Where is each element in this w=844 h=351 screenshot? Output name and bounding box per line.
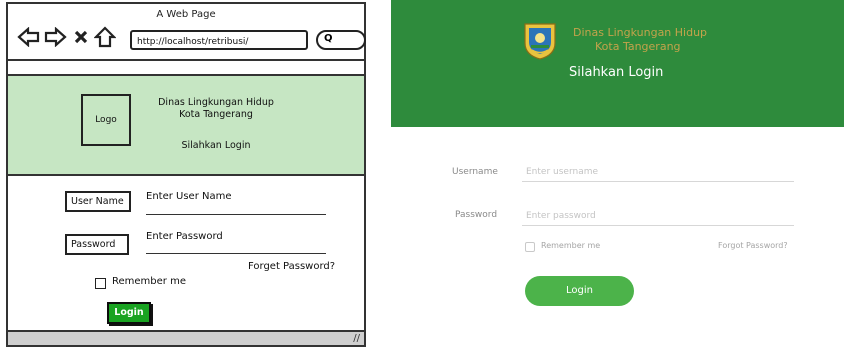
password-input[interactable] [522, 206, 794, 226]
remember-checkbox[interactable] [525, 242, 535, 252]
toolbar-divider [8, 59, 364, 61]
back-arrow-icon[interactable] [16, 24, 42, 50]
username-underline [146, 214, 326, 215]
password-input[interactable]: Enter Password [146, 231, 223, 242]
password-label: Password [65, 234, 129, 255]
resize-grip-icon[interactable]: // [353, 333, 360, 344]
org-name-line1: Dinas Lingkungan Hidup [158, 97, 274, 108]
window-title: A Web Page [156, 9, 216, 20]
close-x-icon[interactable] [68, 24, 94, 50]
org-name-line2: Kota Tangerang [179, 109, 253, 120]
username-input[interactable] [522, 162, 794, 182]
org-name-line1: Dinas Lingkungan Hidup [573, 26, 708, 39]
username-label: Username [452, 167, 498, 177]
address-bar[interactable]: http://localhost/retribusi/ [130, 30, 308, 50]
wireframe-browser-window: A Web Page http://localhost/retribusi/ Q… [6, 2, 366, 347]
window-footer: // [8, 330, 364, 345]
browser-toolbar: http://localhost/retribusi/ Q [16, 24, 366, 52]
login-button[interactable]: Login [107, 302, 151, 324]
rendered-login-page: Dinas Lingkungan Hidup Kota Tangerang Si… [391, 0, 844, 351]
tangerang-emblem-icon [521, 21, 559, 61]
password-label: Password [455, 210, 498, 220]
forget-password-link[interactable]: Forget Password? [248, 261, 335, 272]
remember-label: Remember me [541, 241, 601, 250]
login-prompt: Silahkan Login [181, 140, 251, 151]
login-button[interactable]: Login [525, 276, 634, 306]
remember-label: Remember me [112, 276, 186, 287]
logo-placeholder: Logo [81, 94, 131, 146]
home-icon[interactable] [92, 24, 118, 50]
password-underline [146, 253, 326, 254]
login-header: Dinas Lingkungan Hidup Kota Tangerang Si… [391, 0, 844, 127]
username-label: User Name [65, 191, 131, 212]
search-icon: Q [324, 33, 333, 44]
login-prompt: Silahkan Login [569, 65, 664, 80]
wireframe-header: Logo Dinas Lingkungan Hidup Kota Tangera… [8, 74, 364, 176]
forward-arrow-icon[interactable] [42, 24, 68, 50]
org-name-line2: Kota Tangerang [595, 40, 681, 53]
search-box[interactable]: Q [316, 30, 366, 50]
forgot-password-link[interactable]: Forgot Password? [718, 241, 788, 250]
username-input[interactable]: Enter User Name [146, 191, 232, 202]
remember-checkbox[interactable] [95, 278, 106, 289]
